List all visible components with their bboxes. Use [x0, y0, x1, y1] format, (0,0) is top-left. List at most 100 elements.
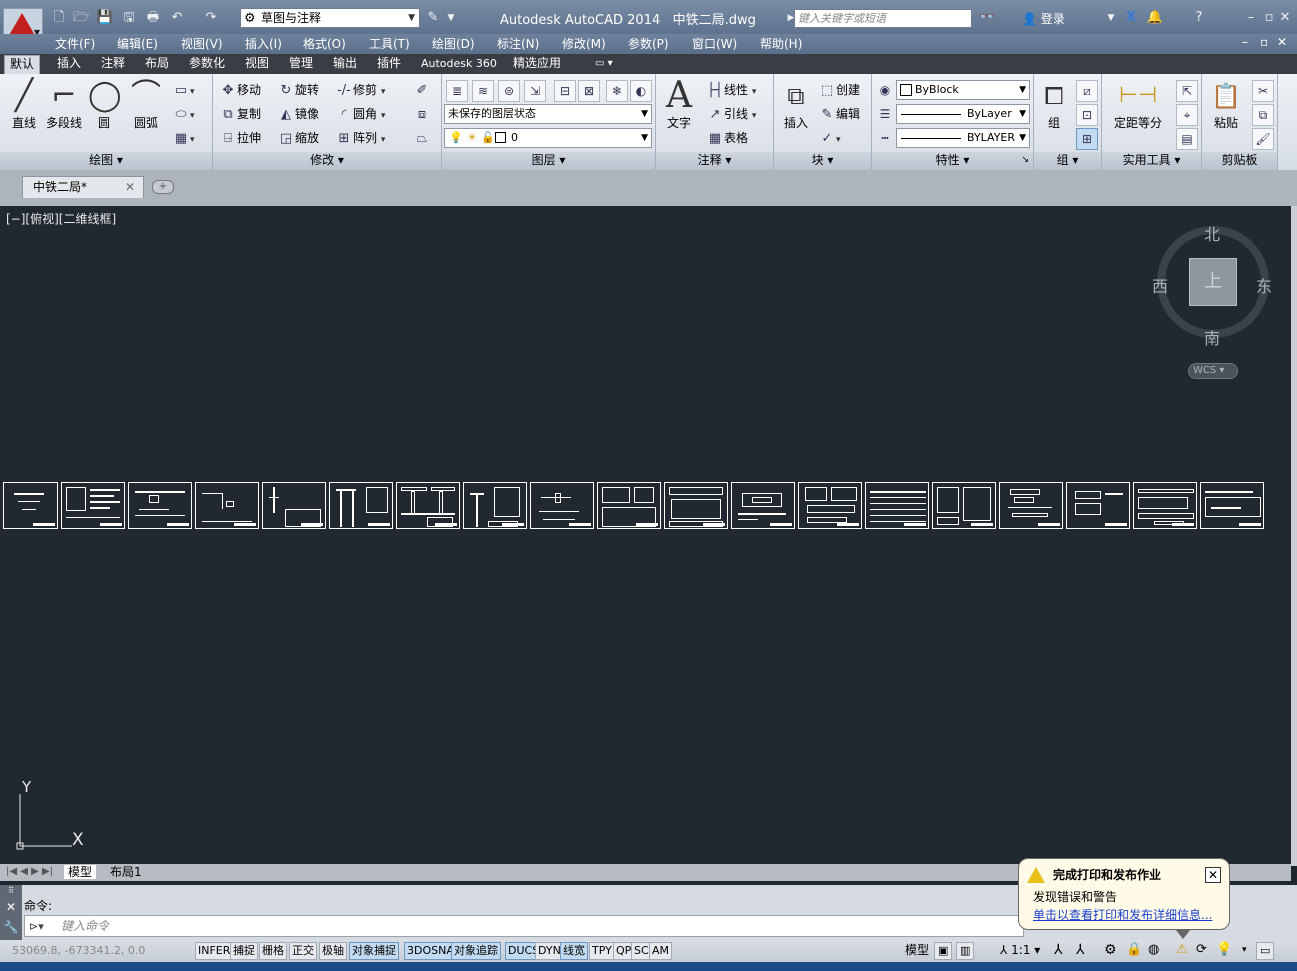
tab-model[interactable]: 模型 — [64, 865, 97, 879]
open-icon[interactable]: 🗁 — [72, 10, 90, 26]
close-notification-icon[interactable]: ✕ — [1205, 867, 1221, 883]
save-as-icon[interactable]: 🖫 — [120, 10, 138, 26]
annotation-scale-button[interactable]: ⅄ 1:1 ▾ — [998, 942, 1042, 960]
close-tab-icon[interactable]: ✕ — [125, 177, 135, 197]
status-toggle-对象追踪[interactable]: 对象追踪 — [451, 942, 501, 960]
status-toggle-infer[interactable]: INFER — [195, 942, 234, 960]
grip-icon[interactable]: ⠿ — [0, 885, 22, 897]
tab-layout1[interactable]: 布局1 — [106, 865, 146, 879]
doc-close-icon[interactable]: ✕ — [1277, 35, 1287, 49]
panel-properties-title[interactable]: 特性 ▾ ↘ — [872, 152, 1033, 170]
save-icon[interactable]: 💾 — [96, 10, 114, 26]
copy-clip-icon[interactable]: ⧉ — [1252, 104, 1274, 126]
circle-button[interactable]: ◯ 圆 — [88, 78, 122, 131]
viewcube-top-face[interactable]: 上 — [1189, 258, 1237, 306]
workspace-switch-icon[interactable]: ⚙ — [1102, 942, 1119, 960]
group-button[interactable]: ⧠ 组 — [1038, 78, 1070, 131]
compass-south[interactable]: 南 — [1204, 325, 1220, 349]
layer-freeze-icon[interactable]: ❄ — [606, 80, 628, 102]
text-button[interactable]: A 文字 — [662, 78, 696, 131]
fillet-button[interactable]: ◜ 圆角 ▾ — [335, 104, 385, 124]
workspace-settings-icon[interactable]: ✎ — [424, 10, 442, 26]
panel-draw-title[interactable]: 绘图 ▾ — [0, 152, 212, 170]
doc-minimize-icon[interactable]: – — [1242, 35, 1248, 49]
calculator-icon[interactable]: ▤ — [1176, 128, 1198, 150]
tab-parametric[interactable]: 参数化 — [184, 55, 230, 74]
panel-groups-title[interactable]: 组 ▾ — [1034, 152, 1101, 170]
help-icon[interactable]: ? — [1190, 10, 1208, 26]
model-space-button[interactable]: 模型 — [903, 942, 931, 960]
tab-annotate[interactable]: 注释 — [96, 55, 130, 74]
clean-screen-icon[interactable]: ▭ — [1256, 942, 1275, 960]
layer-state-select[interactable]: 未保存的图层状态 ▼ — [444, 104, 652, 124]
new-tab-button[interactable]: + — [152, 180, 174, 194]
undo-icon[interactable]: ↶ — [168, 10, 186, 26]
menu-window[interactable]: 窗口(W) — [692, 35, 737, 52]
linear-dim-button[interactable]: ├┤线性 ▾ — [706, 80, 756, 100]
menu-file[interactable]: 文件(F) — [55, 35, 95, 52]
lineweight-icon[interactable]: ☰ — [874, 104, 896, 126]
login-button[interactable]: 👤 登录 — [1022, 10, 1065, 27]
isolate-objects-icon[interactable]: 💡 — [1214, 942, 1234, 960]
erase-button[interactable]: ✐ — [413, 80, 431, 100]
layer-make-current-icon[interactable]: ⊜ — [498, 80, 520, 102]
coordinates-readout[interactable]: 53069.8, -673341.2, 0.0 — [12, 944, 145, 957]
hatch-button[interactable]: ▦ ▾ — [172, 128, 195, 148]
polyline-button[interactable]: ⌐ 多段线 — [44, 78, 84, 131]
layer-unisolate-icon[interactable]: ⊠ — [578, 80, 600, 102]
layer-match-icon[interactable]: ⇲ — [524, 80, 546, 102]
edit-block-button[interactable]: ✎ 编辑 — [818, 104, 860, 124]
status-toggle-捕捉[interactable]: 捕捉 — [230, 942, 258, 960]
quick-view-layouts-icon[interactable]: ▣ — [934, 942, 953, 960]
status-toggle-极轴[interactable]: 极轴 — [319, 942, 347, 960]
layer-isolate-icon[interactable]: ⊟ — [554, 80, 576, 102]
copy-button[interactable]: ⧉ 复制 — [219, 104, 261, 124]
login-dropdown-icon[interactable]: ▼ — [1102, 10, 1120, 26]
tab-featured-apps[interactable]: 精选应用 — [508, 55, 566, 74]
menu-modify[interactable]: 修改(M) — [562, 35, 606, 52]
tab-manage[interactable]: 管理 — [284, 55, 318, 74]
menu-draw[interactable]: 绘图(D) — [432, 35, 475, 52]
table-button[interactable]: ▦ 表格 — [706, 128, 748, 148]
move-button[interactable]: ✥ 移动 — [219, 80, 261, 100]
quick-select-icon[interactable]: ⇱ — [1176, 80, 1198, 102]
redo-icon[interactable]: ↷ — [202, 10, 220, 26]
menu-format[interactable]: 格式(O) — [303, 35, 346, 52]
panel-block-title[interactable]: 块 ▾ — [774, 152, 871, 170]
menu-dimension[interactable]: 标注(N) — [497, 35, 539, 52]
create-block-button[interactable]: ⬚ 创建 — [818, 80, 860, 100]
status-toggle-栅格[interactable]: 栅格 — [259, 942, 287, 960]
status-menu-icon[interactable]: ▾ — [1240, 942, 1249, 960]
explode-button[interactable]: ⧈ — [413, 104, 431, 124]
quick-view-drawings-icon[interactable]: ▥ — [956, 942, 975, 960]
scale-button[interactable]: ◲ 缩放 — [277, 128, 319, 148]
doc-restore-icon[interactable]: ▫ — [1260, 35, 1268, 49]
linetype-select[interactable]: ByLayer ▼ — [896, 104, 1030, 124]
menu-tools[interactable]: 工具(T) — [369, 35, 410, 52]
arc-button[interactable]: ⌒ 圆弧 — [128, 78, 164, 131]
tab-insert[interactable]: 插入 — [52, 55, 86, 74]
plot-notification-icon[interactable]: ⚠ — [1174, 942, 1190, 960]
subscription-icon[interactable]: 🔔 — [1146, 10, 1164, 26]
layout-nav-arrows[interactable]: |◀ ◀ ▶ ▶| — [6, 865, 53, 879]
cut-icon[interactable]: ✂ — [1252, 80, 1274, 102]
layer-properties-icon[interactable]: ≣ — [446, 80, 468, 102]
mirror-button[interactable]: ◭ 镜像 — [277, 104, 319, 124]
block-attributes-button[interactable]: ✓ ▾ — [818, 128, 841, 148]
dialog-launcher-icon[interactable]: ↘ — [1021, 152, 1029, 169]
auto-scale-icon[interactable]: ⅄ — [1074, 942, 1087, 960]
color-wheel-icon[interactable]: ◉ — [874, 80, 896, 102]
layer-off-icon[interactable]: ◐ — [630, 80, 652, 102]
line-button[interactable]: ╱ 直线 — [6, 78, 42, 131]
array-button[interactable]: ⊞ 阵列 ▾ — [335, 128, 386, 148]
compass-east[interactable]: 东 — [1256, 273, 1272, 297]
color-select[interactable]: ByBlock ▼ — [896, 80, 1030, 100]
group-edit-icon[interactable]: ⊡ — [1076, 104, 1098, 126]
document-tab[interactable]: 中铁二局* ✕ — [22, 176, 144, 198]
wcs-menu[interactable]: WCS ▾ — [1188, 363, 1238, 379]
layer-select[interactable]: 💡 ☀ 🔓 0 ▼ — [444, 128, 652, 148]
status-toggle-am[interactable]: AM — [649, 942, 673, 960]
trim-button[interactable]: -/- 修剪 ▾ — [335, 80, 385, 100]
binoculars-icon[interactable]: 👓 — [978, 10, 996, 26]
rotate-button[interactable]: ↻ 旋转 — [277, 80, 319, 100]
